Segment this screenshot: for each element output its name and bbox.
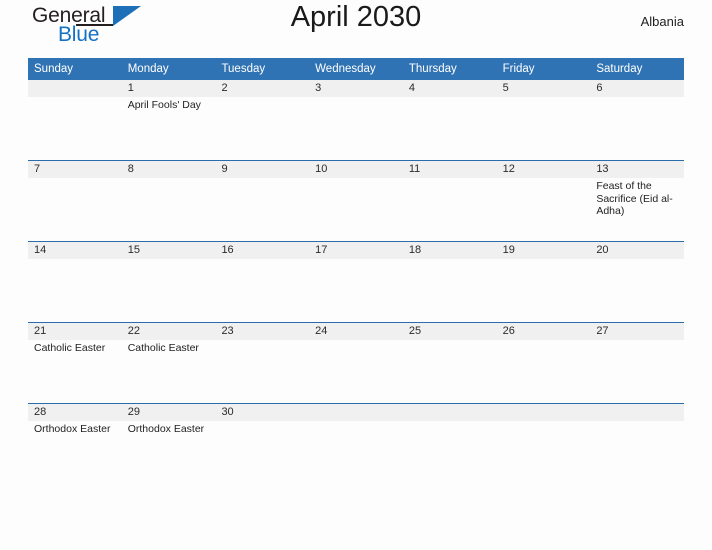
day-event xyxy=(403,97,497,160)
day-number[interactable]: 3 xyxy=(309,80,403,97)
day-number[interactable]: 8 xyxy=(122,161,216,178)
day-number[interactable]: 24 xyxy=(309,323,403,340)
calendar-week-row: 14 15 16 17 18 19 20 xyxy=(28,242,684,323)
day-number[interactable]: 29 xyxy=(122,404,216,421)
day-event xyxy=(215,97,309,160)
day-event: April Fools' Day xyxy=(127,99,201,111)
day-event xyxy=(309,97,403,160)
day-number[interactable] xyxy=(590,404,684,421)
day-number[interactable]: 19 xyxy=(497,242,591,259)
week-event-band: April Fools' Day xyxy=(28,97,684,160)
day-event xyxy=(28,97,122,160)
day-event xyxy=(215,421,309,484)
day-number[interactable]: 28 xyxy=(28,404,122,421)
calendar-page: General Blue April 2030 Albania Sunday M… xyxy=(0,0,712,550)
day-number[interactable]: 23 xyxy=(215,323,309,340)
day-number[interactable]: 7 xyxy=(28,161,122,178)
day-event xyxy=(497,259,591,322)
day-number[interactable]: 10 xyxy=(309,161,403,178)
week-event-band xyxy=(28,259,684,322)
week-date-band: 7 8 9 10 11 12 13 xyxy=(28,161,684,178)
day-event xyxy=(403,178,497,241)
weekday-header-thursday: Thursday xyxy=(408,63,457,75)
week-date-band: 21 22 23 24 25 26 27 xyxy=(28,323,684,340)
calendar-week-row: 21 22 23 24 25 26 27 Catholic Easter Cat… xyxy=(28,323,684,404)
day-event: Orthodox Easter xyxy=(34,423,111,435)
week-date-band: 1 2 3 4 5 6 xyxy=(28,80,684,97)
day-number[interactable] xyxy=(403,404,497,421)
day-event xyxy=(28,178,122,241)
day-number[interactable]: 5 xyxy=(497,80,591,97)
weekday-header-tuesday: Tuesday xyxy=(221,63,266,75)
day-event xyxy=(215,178,309,241)
day-number[interactable]: 4 xyxy=(403,80,497,97)
week-event-band: Feast of the Sacrifice (Eid al-Adha) xyxy=(28,178,684,241)
day-number[interactable]: 25 xyxy=(403,323,497,340)
day-event xyxy=(403,340,497,403)
weekday-header-monday: Monday xyxy=(127,63,169,75)
day-number[interactable]: 22 xyxy=(122,323,216,340)
day-number[interactable]: 26 xyxy=(497,323,591,340)
day-event: Catholic Easter xyxy=(127,342,199,354)
weekday-header-wednesday: Wednesday xyxy=(315,63,376,75)
day-event xyxy=(309,421,403,484)
week-date-band: 28 29 30 xyxy=(28,404,684,421)
day-event xyxy=(215,340,309,403)
day-number[interactable]: 9 xyxy=(215,161,309,178)
calendar-week-row: 1 2 3 4 5 6 April Fools' Day xyxy=(28,80,684,161)
calendar-week-row: 28 29 30 Orthodox Easter Orthodox Easter xyxy=(28,404,684,485)
day-number[interactable]: 6 xyxy=(590,80,684,97)
calendar-grid: Sunday Monday Tuesday Wednesday Thursday… xyxy=(28,58,684,485)
day-event xyxy=(309,340,403,403)
day-number[interactable] xyxy=(28,80,122,97)
day-event xyxy=(497,421,591,484)
day-event xyxy=(590,340,684,403)
calendar-week-row: 7 8 9 10 11 12 13 Feast of the Sacrifice… xyxy=(28,161,684,242)
day-event xyxy=(122,178,216,241)
week-date-band: 14 15 16 17 18 19 20 xyxy=(28,242,684,259)
day-event xyxy=(590,259,684,322)
day-event xyxy=(497,97,591,160)
day-number[interactable]: 18 xyxy=(403,242,497,259)
weekday-header-saturday: Saturday xyxy=(596,63,643,75)
day-event xyxy=(122,259,216,322)
day-event: Catholic Easter xyxy=(34,342,106,354)
day-event xyxy=(28,259,122,322)
weekday-header-row: Sunday Monday Tuesday Wednesday Thursday… xyxy=(28,58,684,80)
day-event xyxy=(309,178,403,241)
day-event: Orthodox Easter xyxy=(127,423,205,435)
day-number[interactable]: 15 xyxy=(122,242,216,259)
day-number[interactable] xyxy=(497,404,591,421)
day-number[interactable]: 14 xyxy=(28,242,122,259)
day-number[interactable]: 1 xyxy=(122,80,216,97)
day-event xyxy=(590,97,684,160)
weekday-header-sunday: Sunday xyxy=(34,63,74,75)
week-event-band: Catholic Easter Catholic Easter xyxy=(28,340,684,403)
day-event xyxy=(403,421,497,484)
day-number[interactable]: 30 xyxy=(215,404,309,421)
day-number[interactable]: 20 xyxy=(590,242,684,259)
day-event xyxy=(590,421,684,484)
day-number[interactable] xyxy=(309,404,403,421)
day-number[interactable]: 11 xyxy=(403,161,497,178)
region-label: Albania xyxy=(640,14,684,29)
weekday-header-friday: Friday xyxy=(502,63,535,75)
day-number[interactable]: 21 xyxy=(28,323,122,340)
day-number[interactable]: 16 xyxy=(215,242,309,259)
day-number[interactable]: 12 xyxy=(497,161,591,178)
day-number[interactable]: 27 xyxy=(590,323,684,340)
page-title: April 2030 xyxy=(290,1,422,33)
day-event: Feast of the Sacrifice (Eid al-Adha) xyxy=(596,180,673,217)
day-event xyxy=(403,259,497,322)
day-number[interactable]: 13 xyxy=(590,161,684,178)
day-event xyxy=(309,259,403,322)
page-header: General Blue April 2030 Albania xyxy=(28,0,684,52)
day-event xyxy=(497,178,591,241)
day-number[interactable]: 2 xyxy=(215,80,309,97)
day-event xyxy=(497,340,591,403)
week-event-band: Orthodox Easter Orthodox Easter xyxy=(28,421,684,484)
day-event xyxy=(215,259,309,322)
day-number[interactable]: 17 xyxy=(309,242,403,259)
